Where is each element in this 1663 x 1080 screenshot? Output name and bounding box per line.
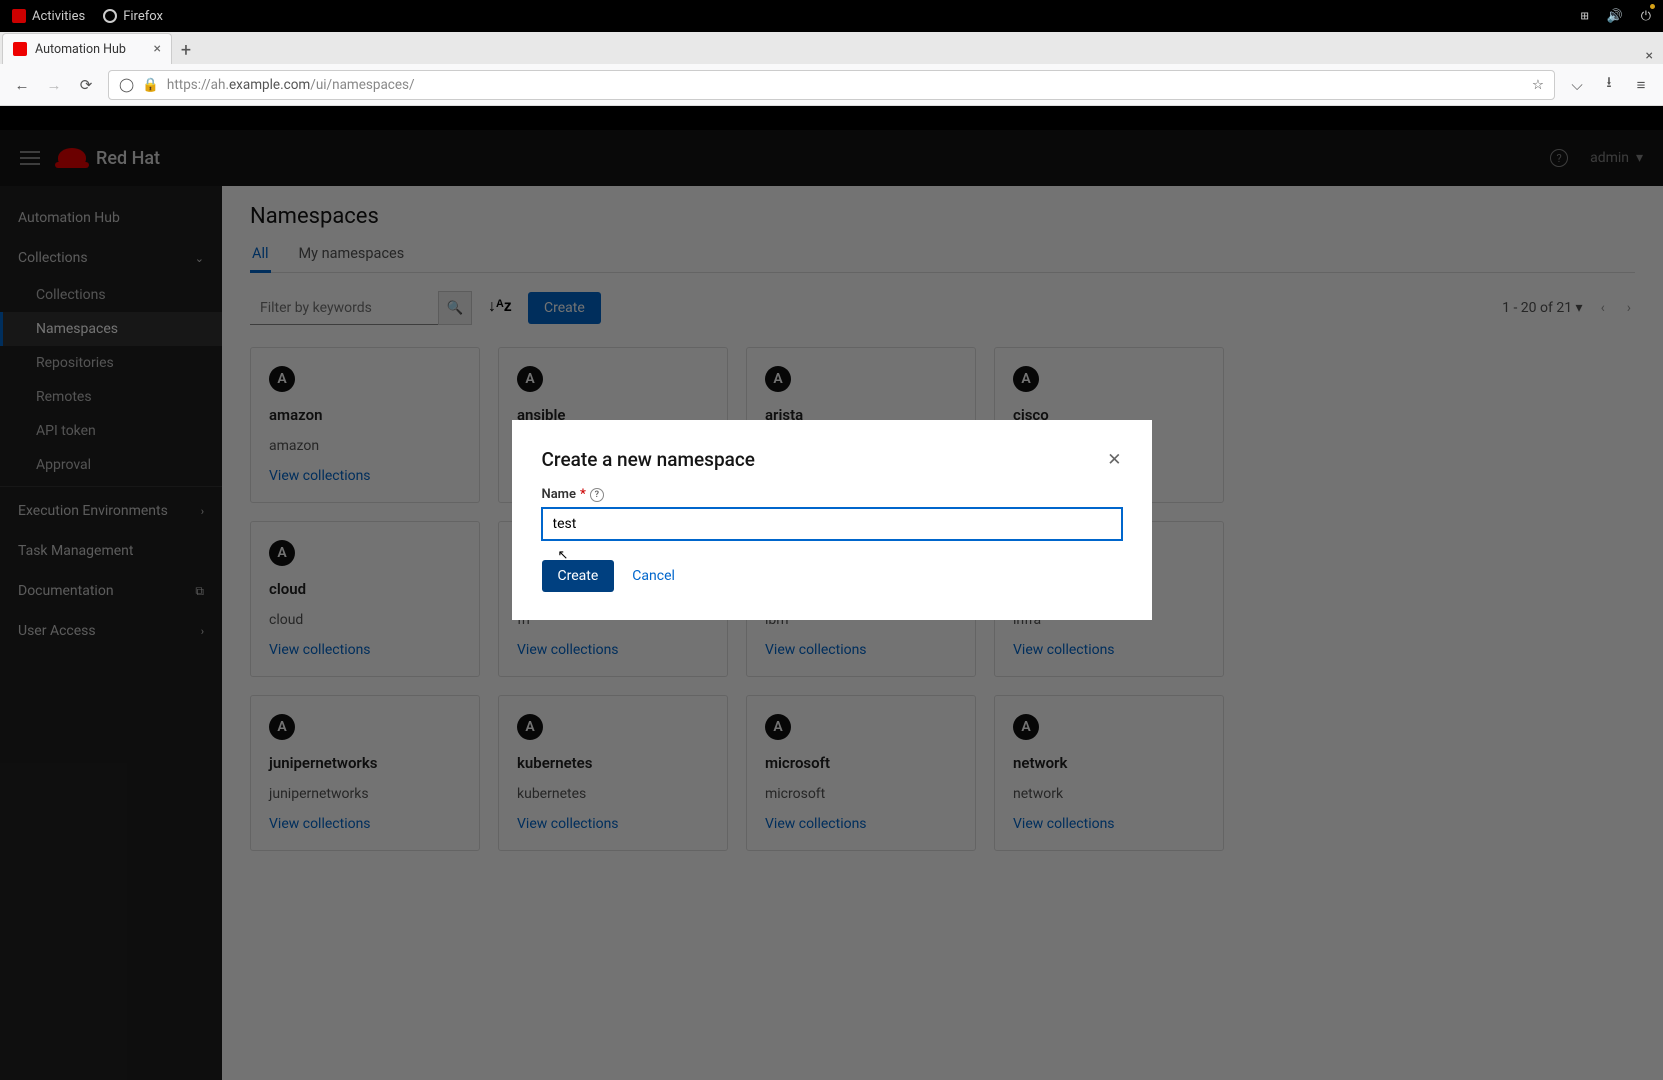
window-indicator [1650, 4, 1655, 9]
lock-icon: 🔒 [142, 77, 159, 93]
create-namespace-modal: Create a new namespace ✕ Name*? Create C… [512, 420, 1152, 620]
browser-close-button[interactable]: × [1646, 48, 1653, 64]
address-bar[interactable]: ◯ 🔒 https://ah.example.com/ui/namespaces… [108, 70, 1555, 100]
volume-icon[interactable]: 🔊 [1607, 9, 1623, 24]
desktop-topbar: Activities Firefox ⊞ 🔊 ⏻ [0, 0, 1663, 32]
tab-favicon [13, 42, 27, 56]
name-input[interactable] [542, 508, 1122, 540]
reload-button[interactable]: ⟳ [76, 76, 96, 94]
network-icon[interactable]: ⊞ [1581, 9, 1589, 24]
close-icon[interactable]: ✕ [1107, 450, 1121, 470]
tab-close-icon[interactable]: × [154, 41, 161, 57]
pocket-icon[interactable]: ⌵ [1567, 76, 1587, 94]
power-icon[interactable]: ⏻ [1641, 9, 1651, 24]
new-tab-button[interactable]: + [172, 36, 200, 64]
fedora-icon [12, 9, 26, 23]
browser-tab[interactable]: Automation Hub × [2, 33, 172, 64]
modal-title: Create a new namespace [542, 448, 755, 471]
firefox-icon [103, 9, 117, 23]
activities-button[interactable]: Activities [12, 9, 85, 24]
back-button[interactable]: ← [12, 76, 32, 94]
modal-create-button[interactable]: Create [542, 560, 615, 592]
tab-title: Automation Hub [35, 42, 146, 57]
firefox-launcher[interactable]: Firefox [103, 9, 163, 24]
browser-chrome: Automation Hub × + × ← → ⟳ ◯ 🔒 https://a… [0, 32, 1663, 106]
forward-button[interactable]: → [44, 76, 64, 94]
help-icon[interactable]: ? [590, 488, 604, 502]
name-label: Name*? [542, 487, 1122, 502]
menu-icon[interactable]: ≡ [1631, 76, 1651, 94]
shield-icon: ◯ [119, 77, 134, 93]
firefox-label: Firefox [123, 9, 163, 24]
activities-label: Activities [32, 9, 85, 24]
url-text: https://ah.example.com/ui/namespaces/ [167, 77, 1524, 93]
download-icon[interactable]: ⭳ [1599, 72, 1619, 97]
bookmark-icon[interactable]: ☆ [1532, 77, 1544, 93]
modal-cancel-button[interactable]: Cancel [632, 568, 675, 584]
